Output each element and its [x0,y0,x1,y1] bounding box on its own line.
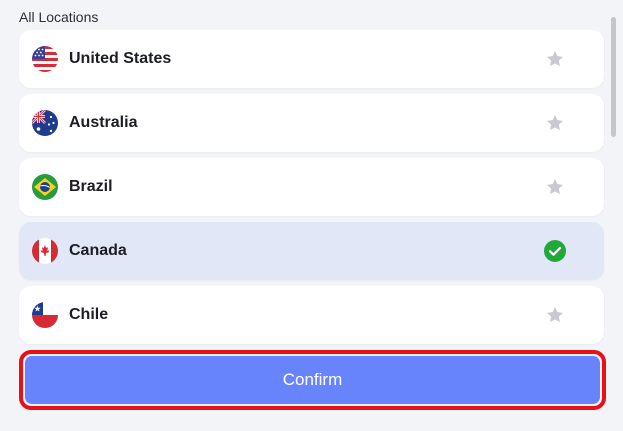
favorite-star-icon[interactable] [544,48,566,70]
scrollbar-thumb[interactable] [611,17,616,137]
location-row-canada[interactable]: Canada [19,222,604,280]
location-name: United States [69,50,172,67]
us-flag-icon [32,46,58,72]
favorite-star-icon[interactable] [544,304,566,326]
location-name: Brazil [69,178,113,195]
selected-check-icon[interactable] [544,240,566,262]
location-row-chile[interactable]: Chile [19,286,604,344]
location-list: United States Australia Brazil Canada Ch… [19,30,604,350]
canada-flag-icon [32,238,58,264]
favorite-star-icon[interactable] [544,176,566,198]
location-row-brazil[interactable]: Brazil [19,158,604,216]
location-name: Canada [69,242,127,259]
location-name: Australia [69,114,138,131]
location-name: Chile [69,306,109,323]
confirm-highlight-frame: Confirm [19,350,606,410]
confirm-button[interactable]: Confirm [25,356,600,404]
brazil-flag-icon [32,174,58,200]
location-row-australia[interactable]: Australia [19,94,604,152]
location-row-united-states[interactable]: United States [19,30,604,88]
chile-flag-icon [32,302,58,328]
favorite-star-icon[interactable] [544,112,566,134]
section-title: All Locations [19,9,99,25]
australia-flag-icon [32,110,58,136]
